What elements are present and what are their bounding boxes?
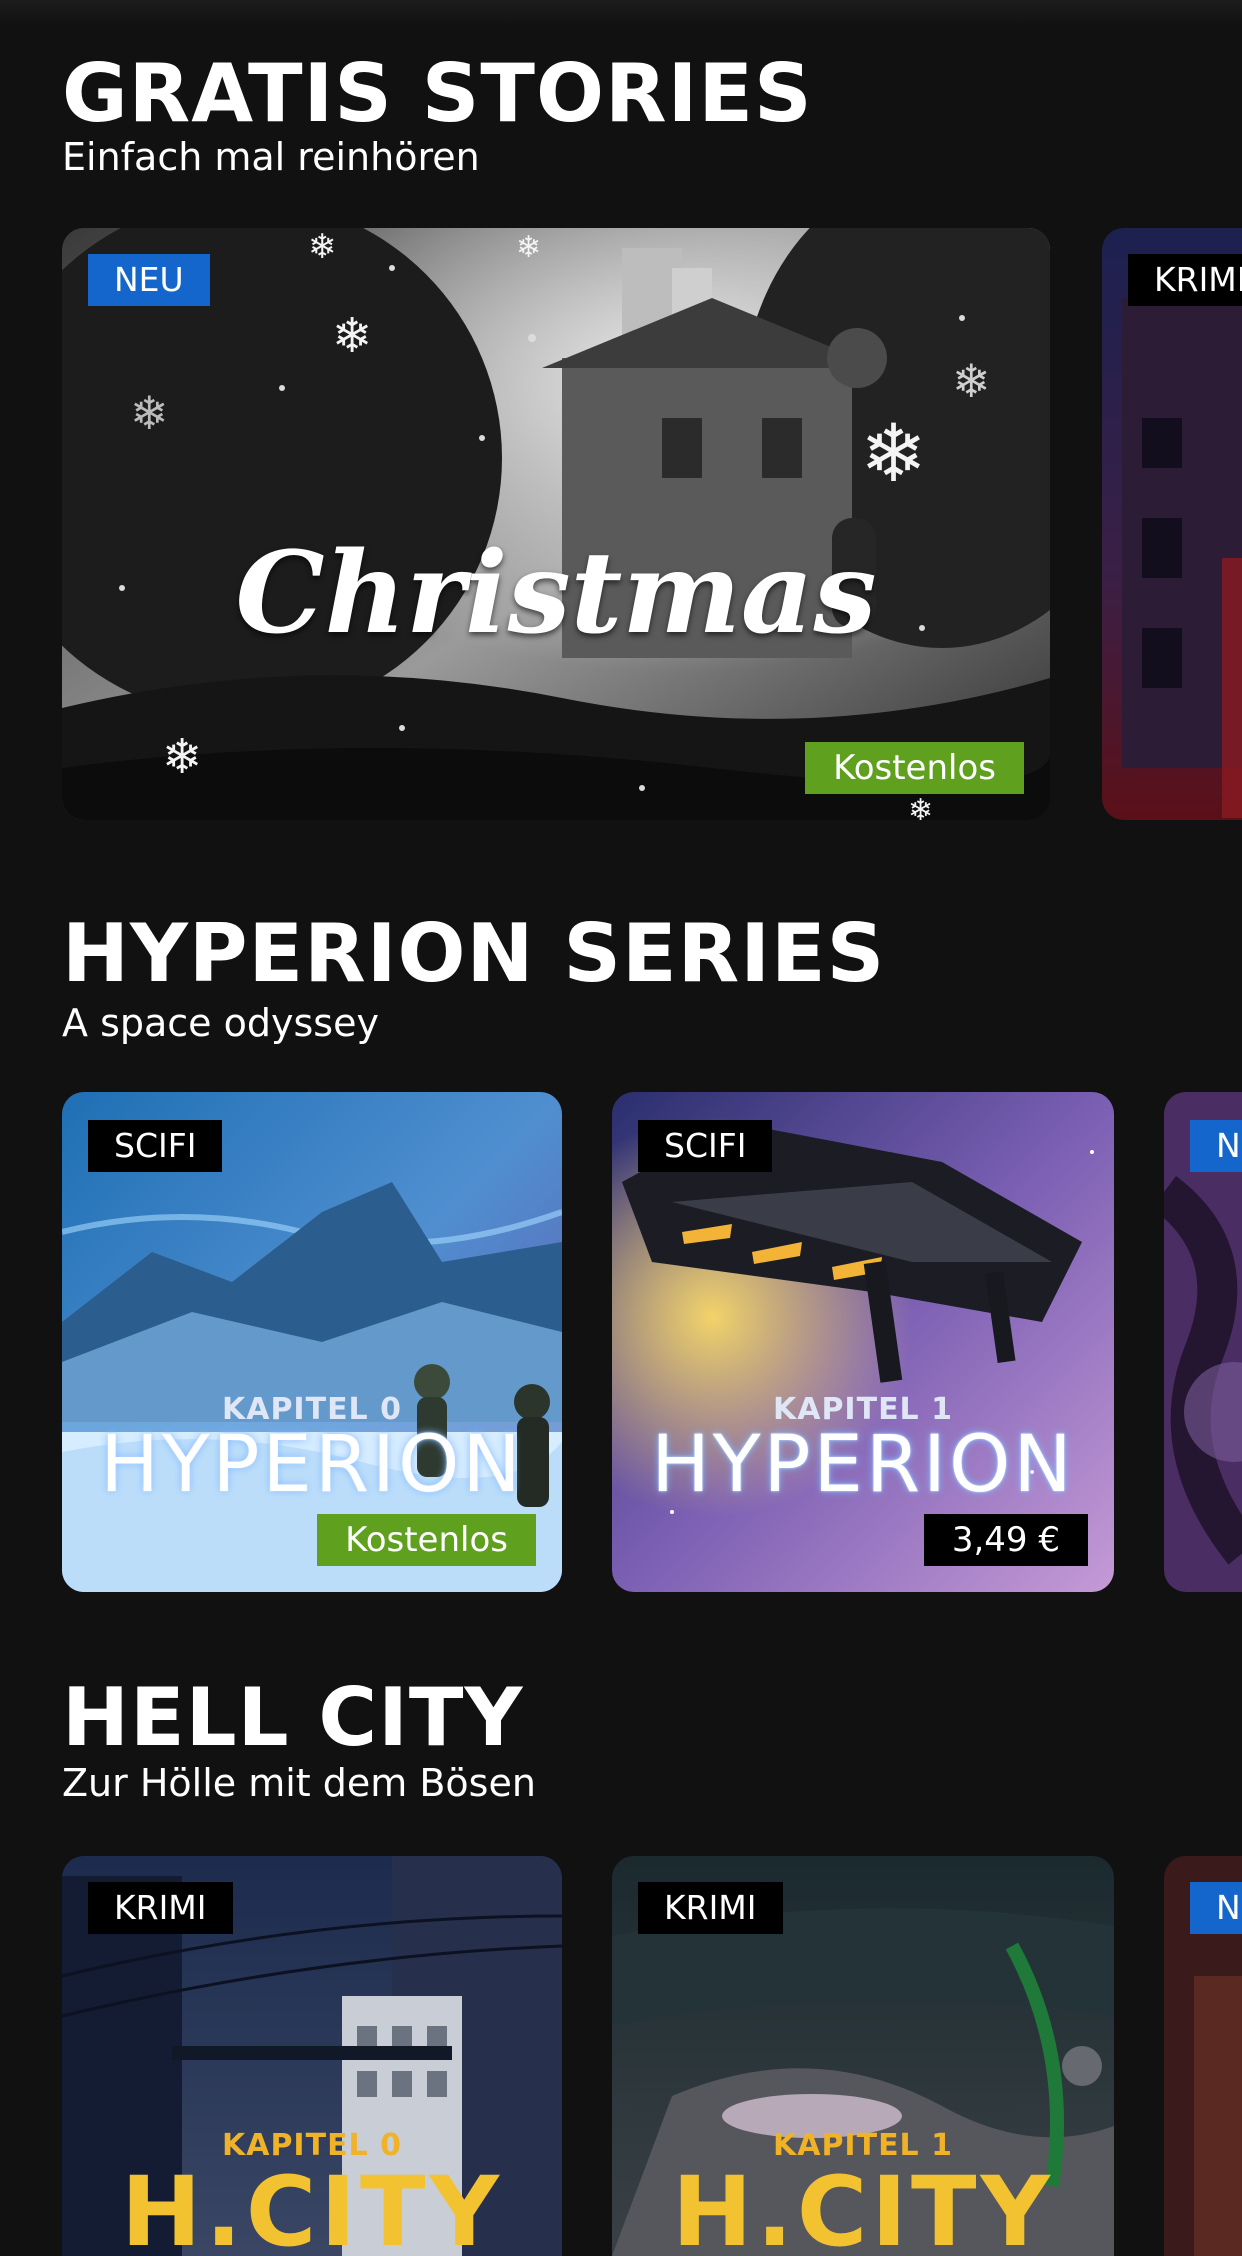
section-hell-city: HELL CITY Zur Hölle mit dem Bösen KAPITE… (0, 1624, 1242, 2256)
section-title: HYPERION SERIES (62, 907, 886, 1000)
badge-new: NEU (88, 254, 210, 306)
badge-genre: KRIMI (1128, 254, 1242, 306)
cover-art-christmas (62, 228, 1050, 820)
badge-genre: SCIFI (88, 1120, 223, 1172)
snowflake-icon: ❄ (908, 794, 934, 821)
cover-title: H.CITY (121, 2156, 503, 2256)
section-gratis-stories: GRATIS STORIES Einfach mal reinhören ❄ ❄… (0, 0, 1242, 840)
snowflake-icon: ❄ (860, 409, 928, 498)
story-card-hyperion-0[interactable]: KAPITEL 0 HYPERION SCIFI Kostenlos (62, 1092, 562, 1592)
price-badge-free: Kostenlos (317, 1514, 536, 1566)
badge-new: NEU (1190, 1120, 1242, 1172)
cover-title: HYPERION (100, 1420, 524, 1510)
snowflake-icon: ❄ (162, 731, 203, 784)
story-card-hellcity-0[interactable]: KAPITEL 0 H.CITY KRIMI (62, 1856, 562, 2256)
section-title: GRATIS STORIES (62, 47, 813, 140)
story-card-hellcity-peek[interactable]: NEU (1164, 1856, 1242, 2256)
story-card-hellcity-1[interactable]: KAPITEL 1 H.CITY KRIMI (612, 1856, 1114, 2256)
cover-title: HYPERION (651, 1420, 1075, 1510)
snowflake-icon: ❄ (130, 387, 169, 439)
badge-genre: KRIMI (638, 1882, 783, 1934)
price-badge-free: Kostenlos (805, 742, 1024, 794)
section-hyperion-series: HYPERION SERIES A space odyssey KAPITEL … (0, 860, 1242, 1620)
section-title: HELL CITY (62, 1671, 524, 1764)
snowflake-icon: ❄ (952, 355, 991, 407)
story-card-krimi-peek[interactable]: KRIMI (1102, 228, 1242, 820)
badge-new: NEU (1190, 1882, 1242, 1934)
section-subtitle: Einfach mal reinhören (62, 135, 480, 179)
snowflake-icon: ❄ (516, 231, 542, 264)
cover-title: Christmas (235, 528, 877, 659)
cover-art-krimi (1102, 228, 1242, 820)
story-card-hyperion-1[interactable]: KAPITEL 1 HYPERION SCIFI 3,49 € (612, 1092, 1114, 1592)
badge-genre: SCIFI (638, 1120, 773, 1172)
section-subtitle: A space odyssey (62, 1001, 379, 1045)
story-card-christmas[interactable]: ❄ ❄ ❄ ❄ ❄ ❄ ❄ ❄ Christmas NEU Kostenlos (62, 228, 1050, 820)
price-badge: 3,49 € (923, 1514, 1088, 1566)
badge-genre: KRIMI (88, 1882, 233, 1934)
cover-title: H.CITY (672, 2156, 1054, 2256)
snowflake-icon: ❄ (332, 310, 373, 363)
story-card-hyperion-peek[interactable]: NEU (1164, 1092, 1242, 1592)
snowflake-icon: ❄ (308, 228, 337, 266)
section-subtitle: Zur Hölle mit dem Bösen (62, 1761, 536, 1805)
